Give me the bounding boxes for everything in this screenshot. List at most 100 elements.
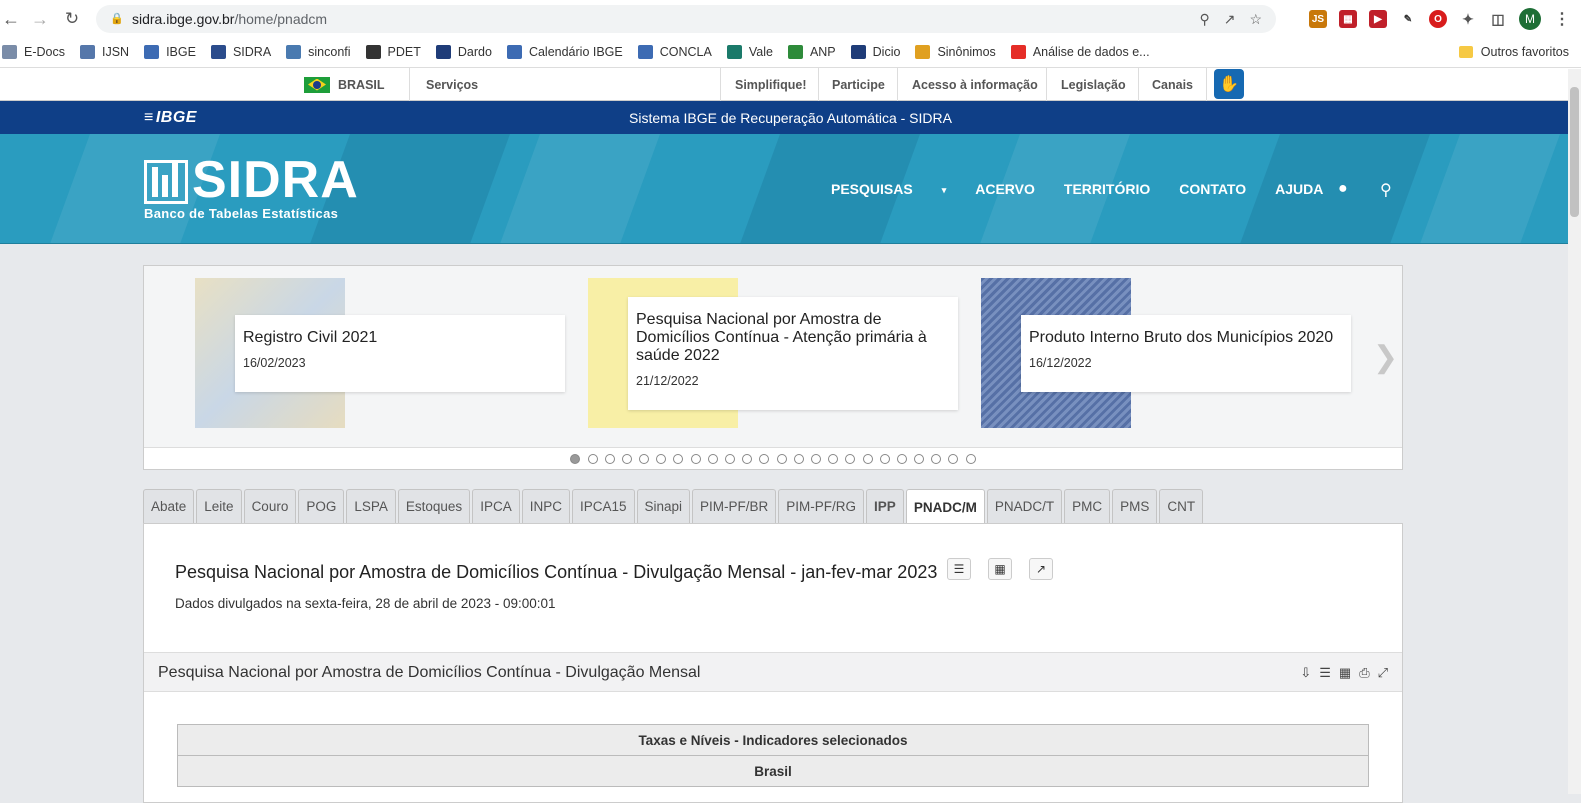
- tab-couro[interactable]: Couro: [243, 489, 297, 523]
- bookmark-item[interactable]: IBGE: [144, 45, 196, 59]
- bookmark-item[interactable]: Sinônimos: [915, 45, 996, 59]
- carousel-dot[interactable]: [965, 453, 976, 464]
- accessibility-icon[interactable]: ✋: [1214, 69, 1244, 99]
- download-icon[interactable]: ⇩: [1300, 665, 1311, 681]
- eyedropper-icon[interactable]: ✎: [1399, 10, 1417, 28]
- carousel-dot[interactable]: [896, 453, 907, 464]
- carousel-next-icon[interactable]: ❯: [1373, 340, 1398, 375]
- tab-sinapi[interactable]: Sinapi: [636, 489, 691, 523]
- nav-territorio[interactable]: TERRITÓRIO: [1064, 181, 1150, 197]
- other-bookmarks[interactable]: Outros favoritos: [1458, 45, 1569, 59]
- brasil-link[interactable]: BRASIL: [304, 68, 385, 101]
- carousel-dot[interactable]: [656, 453, 667, 464]
- print-icon[interactable]: ⎙: [1359, 665, 1369, 681]
- tab-pog[interactable]: POG: [298, 489, 345, 523]
- page-scrollbar[interactable]: [1568, 69, 1581, 794]
- bookmark-item[interactable]: Análise de dados e...: [1010, 45, 1150, 59]
- bookmark-item[interactable]: Calendário IBGE: [506, 45, 623, 59]
- opera-icon[interactable]: O: [1429, 10, 1447, 28]
- carousel-dot[interactable]: [810, 453, 821, 464]
- carousel-dot[interactable]: [793, 453, 804, 464]
- carousel-dot[interactable]: [707, 453, 718, 464]
- back-icon[interactable]: ←: [0, 4, 26, 34]
- share-icon[interactable]: ↗: [1224, 11, 1236, 28]
- bookmark-item[interactable]: ANP: [787, 45, 836, 59]
- bookmark-item[interactable]: E-Docs: [2, 45, 65, 59]
- tab-leite[interactable]: Leite: [196, 489, 242, 523]
- carousel-dot[interactable]: [845, 453, 856, 464]
- servicos-link[interactable]: Serviços: [426, 68, 478, 101]
- carousel-dot[interactable]: [862, 453, 873, 464]
- extension-js-icon[interactable]: JS: [1309, 10, 1327, 28]
- carousel-dot[interactable]: [828, 453, 839, 464]
- tab-ipp[interactable]: IPP: [866, 489, 904, 523]
- tab-inpc[interactable]: INPC: [521, 489, 570, 523]
- tab-cnt[interactable]: CNT: [1159, 489, 1204, 523]
- reload-icon[interactable]: ↻: [57, 4, 87, 34]
- bookmark-item[interactable]: IJSN: [79, 45, 129, 59]
- govbar-link-acesso[interactable]: Acesso à informação: [912, 68, 1038, 101]
- profile-avatar[interactable]: M: [1519, 8, 1541, 30]
- bookmark-item[interactable]: CONCLA: [637, 45, 712, 59]
- menu-kebab-icon[interactable]: ⋮: [1553, 10, 1571, 28]
- carousel-dot[interactable]: [621, 453, 632, 464]
- tab-pim-pf-br[interactable]: PIM-PF/BR: [692, 489, 777, 523]
- bookmark-item[interactable]: SIDRA: [210, 45, 271, 59]
- bookmark-item[interactable]: Dardo: [435, 45, 492, 59]
- grid-view-icon[interactable]: ▦: [1339, 665, 1351, 681]
- expand-icon[interactable]: ⤢: [1378, 665, 1388, 681]
- list-view-icon[interactable]: ☰: [1319, 665, 1331, 681]
- sidepanel-icon[interactable]: ◫: [1489, 10, 1507, 28]
- govbar-link-participe[interactable]: Participe: [832, 68, 885, 101]
- carousel-dot[interactable]: [879, 453, 890, 464]
- external-link-icon[interactable]: ↗: [1029, 558, 1053, 580]
- carousel-dot[interactable]: [948, 453, 959, 464]
- carousel-dot[interactable]: [725, 453, 736, 464]
- carousel-dot[interactable]: [776, 453, 787, 464]
- tab-pim-pf-rg[interactable]: PIM-PF/RG: [778, 489, 865, 523]
- tab-ipca[interactable]: IPCA: [472, 489, 520, 523]
- bookmark-item[interactable]: PDET: [365, 45, 421, 59]
- tab-ipca15[interactable]: IPCA15: [571, 489, 635, 523]
- tab-estoques[interactable]: Estoques: [397, 489, 471, 523]
- bookmark-item[interactable]: Dicio: [850, 45, 900, 59]
- nav-contato[interactable]: CONTATO: [1179, 181, 1246, 197]
- tab-pmc[interactable]: PMC: [1064, 489, 1111, 523]
- carousel-dot[interactable]: [639, 453, 650, 464]
- puzzle-icon[interactable]: ✦: [1459, 10, 1477, 28]
- slide-card-1[interactable]: Registro Civil 2021 16/02/2023: [235, 315, 565, 392]
- govbar-link-simplifique[interactable]: Simplifique!: [735, 68, 807, 101]
- bookmark-item[interactable]: Vale: [726, 45, 773, 59]
- star-icon[interactable]: ☆: [1249, 11, 1262, 28]
- list-icon[interactable]: ☰: [947, 558, 971, 580]
- tab-abate[interactable]: Abate: [143, 489, 195, 523]
- search-icon[interactable]: ⚲: [1380, 180, 1392, 200]
- tab-pnadc-m[interactable]: PNADC/M: [905, 489, 985, 525]
- carousel-dot[interactable]: [604, 453, 615, 464]
- nav-ajuda[interactable]: AJUDA: [1275, 181, 1323, 197]
- bookmark-item[interactable]: sinconfi: [286, 45, 351, 59]
- carousel-dot[interactable]: [587, 453, 598, 464]
- nav-pesquisas[interactable]: PESQUISAS ▾: [831, 181, 946, 197]
- extension-media-icon[interactable]: ▶: [1369, 10, 1387, 28]
- tab-pms[interactable]: PMS: [1112, 489, 1158, 523]
- key-icon[interactable]: ⚲: [1199, 11, 1209, 28]
- tab-pnadc-t[interactable]: PNADC/T: [986, 489, 1063, 523]
- govbar-link-legislacao[interactable]: Legislação: [1061, 68, 1126, 101]
- slide-card-2[interactable]: Pesquisa Nacional por Amostra de Domicíl…: [628, 297, 958, 410]
- carousel-dot[interactable]: [931, 453, 942, 464]
- nav-acervo[interactable]: ACERVO: [975, 181, 1035, 197]
- scrollbar-thumb[interactable]: [1570, 87, 1579, 217]
- carousel-dot[interactable]: [690, 453, 701, 464]
- slide-card-3[interactable]: Produto Interno Bruto dos Municípios 202…: [1021, 315, 1351, 392]
- carousel-dot[interactable]: [673, 453, 684, 464]
- address-bar[interactable]: 🔒 sidra.ibge.gov.br/home/pnadcm ⚲ ↗ ☆: [96, 5, 1276, 33]
- carousel-dot[interactable]: [914, 453, 925, 464]
- tab-lspa[interactable]: LSPA: [346, 489, 396, 523]
- carousel-dot[interactable]: [570, 453, 581, 464]
- govbar-link-canais[interactable]: Canais: [1152, 68, 1193, 101]
- extension-grid-icon[interactable]: ▦: [1339, 10, 1357, 28]
- forward-icon[interactable]: →: [25, 4, 55, 34]
- calendar-icon[interactable]: ▦: [988, 558, 1012, 580]
- carousel-dot[interactable]: [742, 453, 753, 464]
